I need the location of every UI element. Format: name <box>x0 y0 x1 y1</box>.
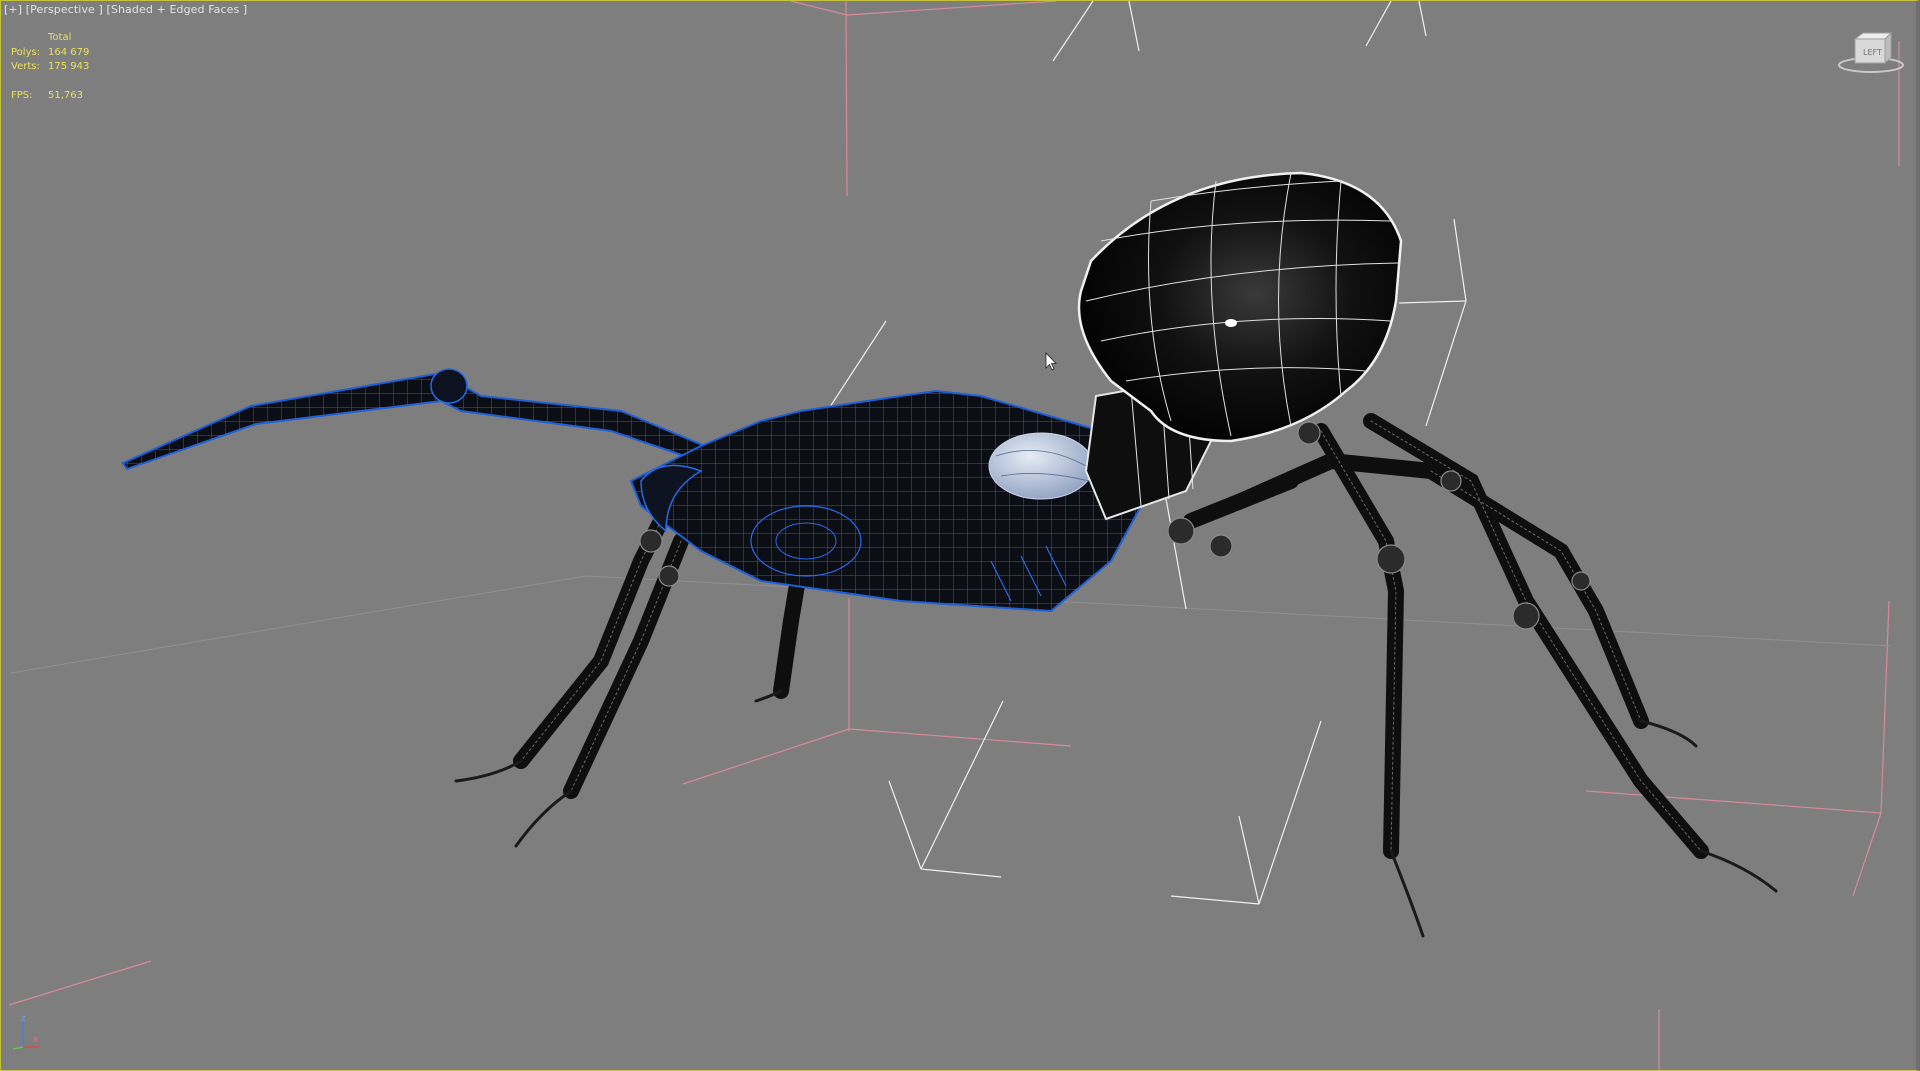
shading-mode-button[interactable]: [Shaded + Edged Faces ] <box>107 3 248 16</box>
mouse-pointer-icon <box>1045 352 1057 371</box>
verts-label: Verts: <box>11 61 40 72</box>
fps-value: 51,763 <box>48 89 83 101</box>
scene-canvas[interactable]: LEFT <box>1 1 1920 1071</box>
view-mode-button[interactable]: [Perspective ] <box>26 3 103 16</box>
verts-value: 175 943 <box>48 61 90 72</box>
stats-header: Total <box>48 32 72 43</box>
fps-label: FPS: <box>11 89 33 101</box>
scene-statistics: Total Polys: 164 679 Verts: 175 943 FPS: 51… <box>11 31 108 103</box>
svg-text:LEFT: LEFT <box>1863 48 1882 57</box>
viewport-menu-button[interactable]: [+] <box>4 3 22 16</box>
perspective-viewport[interactable]: LEFT [+] [Perspective ] [Shaded + Edged … <box>0 0 1920 1071</box>
polys-value: 164 679 <box>48 46 90 58</box>
viewcube-icon[interactable]: LEFT <box>1838 31 1904 73</box>
spider-antenna[interactable] <box>121 368 738 473</box>
axis-label-z: z <box>21 1014 26 1024</box>
polys-label: Polys: <box>11 46 41 58</box>
spider-cephalothorax[interactable] <box>629 389 1143 613</box>
viewport-label: [+] [Perspective ] [Shaded + Edged Faces… <box>4 3 247 16</box>
axis-label-x: x <box>33 1035 39 1045</box>
